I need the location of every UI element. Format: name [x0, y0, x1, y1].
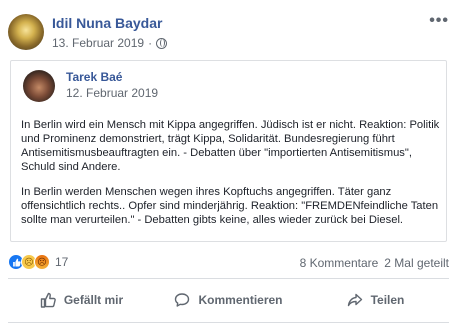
share-icon [347, 293, 362, 307]
shared-post-text-paragraph-2: In Berlin werden Menschen wegen ihres Ko… [21, 186, 439, 226]
thumbs-up-icon [40, 292, 56, 308]
shared-author-name[interactable]: Tarek Baé [66, 70, 122, 84]
share-button[interactable]: Teilen [302, 284, 449, 316]
shares-count-link[interactable]: 2 Mal geteilt [384, 256, 449, 270]
shared-post-date[interactable]: 12. Februar 2019 [66, 86, 158, 100]
facebook-post: Idil Nuna Baydar 13. Februar 2019 · ••• … [0, 0, 457, 328]
divider [8, 278, 449, 279]
share-button-label: Teilen [370, 293, 405, 307]
divider [8, 322, 449, 323]
like-button[interactable]: Gefällt mir [8, 284, 155, 316]
author-avatar[interactable] [8, 14, 44, 50]
comment-button[interactable]: Kommentieren [155, 284, 302, 316]
post-author-name[interactable]: Idil Nuna Baydar [52, 15, 162, 31]
post-action-bar: Gefällt mir Kommentieren Teilen [8, 284, 449, 316]
angry-reaction-icon: ☹ [34, 254, 50, 270]
comment-icon [175, 293, 190, 307]
globe-icon[interactable] [156, 37, 168, 49]
reaction-count[interactable]: 17 [55, 255, 68, 269]
engagement-stats: 8 Kommentare 2 Mal geteilt [300, 256, 449, 270]
like-button-label: Gefällt mir [63, 293, 124, 307]
comment-button-label: Kommentieren [198, 293, 283, 307]
post-date[interactable]: 13. Februar 2019 [52, 36, 144, 50]
shared-post-card: Tarek Baé 12. Februar 2019 In Berlin wir… [10, 60, 447, 242]
comments-count-link[interactable]: 8 Kommentare [300, 256, 379, 270]
more-options-icon[interactable]: ••• [429, 12, 449, 30]
post-meta: 13. Februar 2019 · [52, 36, 168, 50]
shared-post-text-paragraph-1: In Berlin wird ein Mensch mit Kippa ange… [21, 119, 440, 173]
shared-author-avatar[interactable] [23, 70, 55, 102]
reactions-summary[interactable]: ☹ ☹ 17 [8, 254, 68, 270]
